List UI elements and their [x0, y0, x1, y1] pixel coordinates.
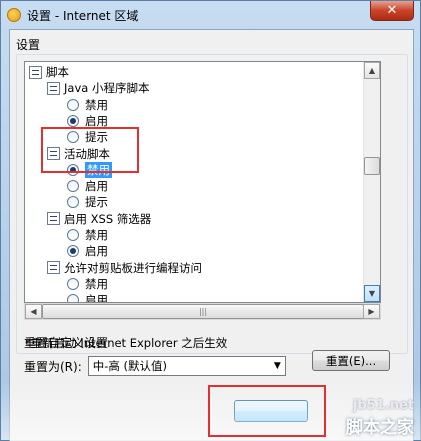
radio-button[interactable]	[67, 294, 79, 302]
tree-option[interactable]: 提示	[67, 129, 108, 145]
settings-dialog: 设置 - Internet 区域 ✕ 设置 ▲ ▼ 脚本 Java 小程序脚本 禁用…	[0, 0, 421, 441]
tree-option[interactable]: 启用	[67, 243, 108, 259]
scroll-right-arrow-icon[interactable]: ▶	[363, 304, 380, 319]
radio-button[interactable]	[67, 163, 79, 176]
tree-item-label: 启用	[85, 179, 108, 194]
tree-section: 脚本	[29, 64, 69, 80]
settings-section-icon	[47, 261, 60, 275]
tree-item-label: 允许对剪贴板进行编程访问	[64, 260, 202, 275]
vertical-scrollbar[interactable]: ▲ ▼	[363, 62, 380, 302]
radio-button[interactable]	[67, 196, 79, 209]
tree-item-label: 启用	[85, 244, 108, 259]
watermark-brand: 脚本之家	[346, 418, 414, 438]
internet-options-icon	[7, 8, 21, 22]
settings-section-icon	[47, 81, 60, 95]
tree-section: 允许对剪贴板进行编程访问	[47, 260, 202, 276]
tree-item-label: 禁用	[85, 276, 108, 291]
watermark-site: jb51.net	[352, 398, 414, 413]
horizontal-scrollbar[interactable]: ◀ ||| ▶	[24, 303, 381, 320]
tree-option[interactable]: 禁用	[67, 227, 108, 243]
title-bar: 设置 - Internet 区域 ✕	[1, 1, 420, 29]
tree-section: 活动脚本	[47, 146, 110, 162]
radio-button[interactable]	[67, 98, 79, 111]
tree-option[interactable]: 启用	[67, 292, 108, 303]
ok-button[interactable]	[234, 400, 308, 422]
tree-item-label: Java 小程序脚本	[64, 81, 150, 96]
scroll-up-arrow-icon[interactable]: ▲	[364, 62, 380, 79]
tree-option[interactable]: 禁用	[67, 161, 112, 178]
tree-option[interactable]: 启用	[67, 178, 108, 194]
tree-item-label: 提示	[85, 195, 108, 210]
scroll-thumb[interactable]	[364, 157, 380, 175]
radio-button[interactable]	[67, 229, 79, 241]
settings-group: ▲ ▼ 脚本 Java 小程序脚本 禁用 启用 提示 活动脚本 禁用 启用 提示 启用 XSS 筛…	[16, 54, 408, 354]
watermark: jb51.net 脚本之家	[346, 398, 414, 438]
radio-button[interactable]	[67, 114, 79, 127]
tree-item-label: 活动脚本	[64, 146, 110, 161]
tree-item-label: 禁用	[85, 161, 112, 178]
close-button[interactable]: ✕	[370, 1, 414, 21]
tree-section: Java 小程序脚本	[47, 80, 149, 96]
tree-option[interactable]: 提示	[67, 194, 108, 210]
settings-section-icon	[29, 65, 42, 79]
reset-button[interactable]: 重置(E)...	[312, 350, 390, 371]
radio-button[interactable]	[67, 245, 79, 258]
reset-custom-settings-label: 重置自定义设置	[24, 336, 109, 350]
scroll-left-arrow-icon[interactable]: ◀	[25, 304, 42, 319]
settings-section-icon	[47, 147, 60, 160]
security-level-select[interactable]: 中-高 (默认值) ▼	[87, 356, 286, 376]
tree-section: 启用 XSS 筛选器	[47, 211, 151, 227]
scroll-down-arrow-icon[interactable]: ▼	[364, 285, 380, 302]
reset-row: 重置为(R): 中-高 (默认值) ▼	[24, 356, 286, 376]
tree-option[interactable]: 启用	[67, 113, 108, 129]
tree-item-label: 启用	[85, 113, 108, 128]
tree-item-label: 提示	[85, 130, 108, 145]
radio-button[interactable]	[67, 277, 79, 290]
tree-item-label: 禁用	[85, 228, 108, 242]
chevron-down-icon: ▼	[273, 361, 281, 371]
window-title: 设置 - Internet 区域	[27, 8, 139, 23]
tree-option[interactable]: 禁用	[67, 97, 108, 113]
settings-section-icon	[47, 212, 60, 226]
security-level-value: 中-高 (默认值)	[92, 359, 168, 373]
radio-button[interactable]	[67, 131, 79, 144]
horizontal-scroll-thumb[interactable]: |||	[42, 304, 364, 319]
tree-item-label: 脚本	[46, 65, 69, 79]
settings-label: 设置	[16, 38, 41, 52]
tree-item-label: 启用	[85, 293, 108, 303]
settings-tree[interactable]: ▲ ▼ 脚本 Java 小程序脚本 禁用 启用 提示 活动脚本 禁用 启用 提示 启用 XSS 筛…	[24, 61, 381, 303]
reset-to-label: 重置为(R):	[24, 359, 82, 374]
radio-button[interactable]	[67, 180, 79, 193]
tree-option[interactable]: 禁用	[67, 276, 108, 292]
tree-item-label: 禁用	[85, 97, 108, 112]
dialog-body: 设置 ▲ ▼ 脚本 Java 小程序脚本 禁用 启用 提示 活动脚本 禁用 启用 提示 启用 XS…	[9, 29, 414, 441]
tree-item-label: 启用 XSS 筛选器	[64, 211, 152, 226]
